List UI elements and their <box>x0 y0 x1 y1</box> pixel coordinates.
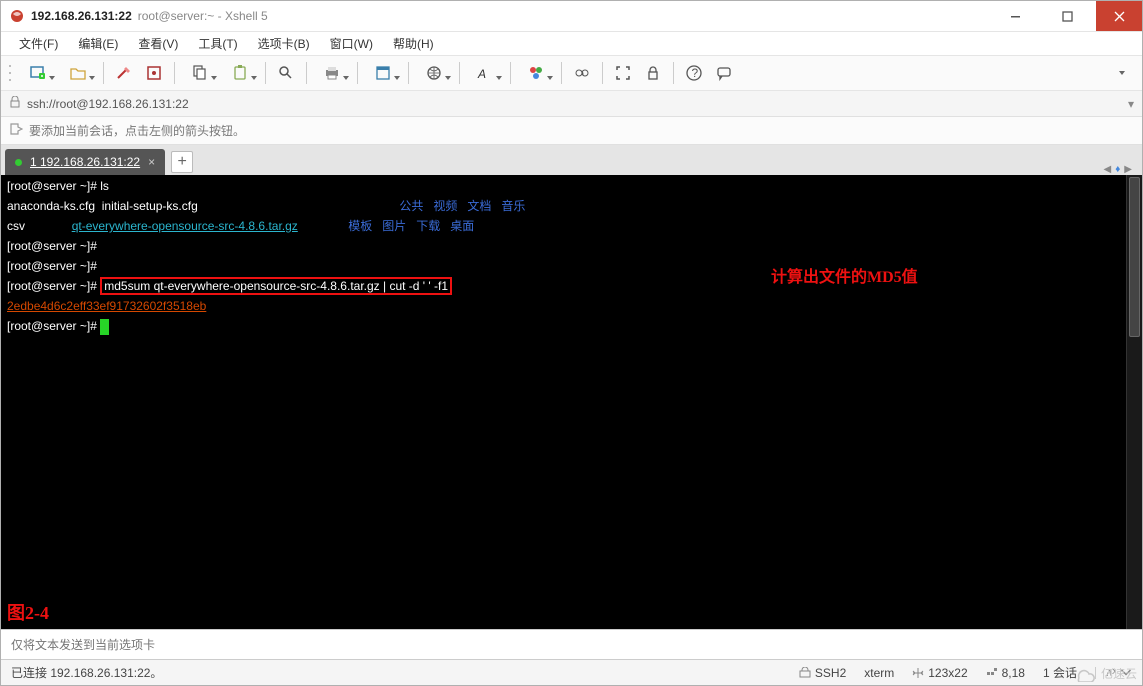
status-bar: 已连接 192.168.26.131:22。 SSH2 xterm 123x22… <box>1 659 1142 685</box>
terminal-cursor <box>100 319 109 335</box>
tab-status-dot <box>15 159 22 166</box>
watermark: 亿速云 <box>1071 664 1137 682</box>
compose-bar <box>1 629 1142 659</box>
font-button[interactable]: A <box>466 60 504 86</box>
tab-close-icon[interactable]: × <box>148 155 155 169</box>
annotation-md5: 计算出文件的MD5值 <box>771 268 918 287</box>
terminal-scrollbar[interactable] <box>1126 175 1142 629</box>
titlebar: 192.168.26.131:22 root@server:~ - Xshell… <box>1 1 1142 31</box>
compose-input[interactable] <box>11 638 1132 652</box>
menu-edit[interactable]: 编辑(E) <box>68 33 128 54</box>
ls-csv: csv <box>7 219 72 233</box>
md5-output: 2edbe4d6c2eff33ef91732602f3518eb <box>7 299 206 313</box>
menu-help[interactable]: 帮助(H) <box>383 33 444 54</box>
status-connected: 已连接 192.168.26.131:22。 <box>11 664 162 681</box>
find-button[interactable] <box>272 60 300 86</box>
help-icon-button[interactable]: ? <box>680 60 708 86</box>
disconnect-button[interactable] <box>140 60 168 86</box>
reconnect-button[interactable] <box>110 60 138 86</box>
prompt: [root@server ~]# <box>7 259 100 273</box>
tab-label: 1 192.168.26.131:22 <box>30 155 140 169</box>
address-dropdown[interactable]: ▾ <box>1128 97 1134 111</box>
svg-text:A: A <box>477 67 486 81</box>
menu-file[interactable]: 文件(F) <box>9 33 68 54</box>
address-text[interactable]: ssh://root@192.168.26.131:22 <box>27 97 189 111</box>
menu-tabs[interactable]: 选项卡(B) <box>248 33 320 54</box>
lock-button[interactable] <box>639 60 667 86</box>
status-size: 123x22 <box>912 666 967 680</box>
close-button[interactable] <box>1096 1 1142 31</box>
new-session-button[interactable] <box>19 60 57 86</box>
fullscreen-button[interactable] <box>609 60 637 86</box>
tab-scroll-arrows[interactable]: ◀♦▶ <box>1103 164 1138 175</box>
menubar: 文件(F) 编辑(E) 查看(V) 工具(T) 选项卡(B) 窗口(W) 帮助(… <box>1 31 1142 55</box>
cmd-ls: ls <box>100 179 109 193</box>
hint-text: 要添加当前会话，点击左侧的箭头按钮。 <box>29 122 245 139</box>
chat-icon-button[interactable] <box>710 60 738 86</box>
prompt: [root@server ~]# <box>7 319 100 333</box>
ls-dirs-1: 公共 视频 文档 音乐 <box>399 199 525 213</box>
hint-bar: 要添加当前会话，点击左侧的箭头按钮。 <box>1 117 1142 145</box>
properties-button[interactable] <box>364 60 402 86</box>
ls-file-qt: qt-everywhere-opensource-src-4.8.6.tar.g… <box>72 219 298 233</box>
status-pos: 8,18 <box>986 666 1025 680</box>
status-ssh: SSH2 <box>799 666 846 680</box>
open-session-button[interactable] <box>59 60 97 86</box>
toolbar: A ? <box>1 55 1142 91</box>
status-term: xterm <box>864 666 894 680</box>
toolbar-overflow[interactable] <box>1108 60 1136 86</box>
prompt: [root@server ~]# <box>7 179 100 193</box>
watermark-text: 亿速云 <box>1101 665 1137 682</box>
tab-add-button[interactable]: + <box>171 151 193 173</box>
lock-icon <box>9 96 21 111</box>
app-icon <box>9 8 25 24</box>
tab-bar: 1 192.168.26.131:22 × + ◀♦▶ <box>1 145 1142 175</box>
ls-output-line1: anaconda-ks.cfg initial-setup-ks.cfg <box>7 199 198 213</box>
print-button[interactable] <box>313 60 351 86</box>
session-tab[interactable]: 1 192.168.26.131:22 × <box>5 149 165 175</box>
maximize-button[interactable] <box>1044 1 1090 31</box>
color-button[interactable] <box>517 60 555 86</box>
svg-text:?: ? <box>692 66 699 80</box>
prompt: [root@server ~]# <box>7 279 100 293</box>
minimize-button[interactable] <box>992 1 1038 31</box>
copy-button[interactable] <box>181 60 219 86</box>
figure-label: 图2-4 <box>7 604 49 623</box>
menu-window[interactable]: 窗口(W) <box>320 33 383 54</box>
menu-tools[interactable]: 工具(T) <box>188 33 247 54</box>
terminal[interactable]: [root@server ~]# ls anaconda-ks.cfg init… <box>1 175 1142 629</box>
prompt: [root@server ~]# <box>7 239 100 253</box>
address-bar: ssh://root@192.168.26.131:22 ▾ <box>1 91 1142 117</box>
cmd-md5sum: md5sum qt-everywhere-opensource-src-4.8.… <box>100 277 452 295</box>
script-button[interactable] <box>568 60 596 86</box>
menu-view[interactable]: 查看(V) <box>128 33 188 54</box>
globe-button[interactable] <box>415 60 453 86</box>
hint-arrow-icon[interactable] <box>9 122 23 139</box>
title-full: root@server:~ - Xshell 5 <box>138 9 268 23</box>
ls-dirs-2: 模板 图片 下载 桌面 <box>348 219 474 233</box>
paste-button[interactable] <box>221 60 259 86</box>
title-ip: 192.168.26.131:22 <box>31 9 132 23</box>
